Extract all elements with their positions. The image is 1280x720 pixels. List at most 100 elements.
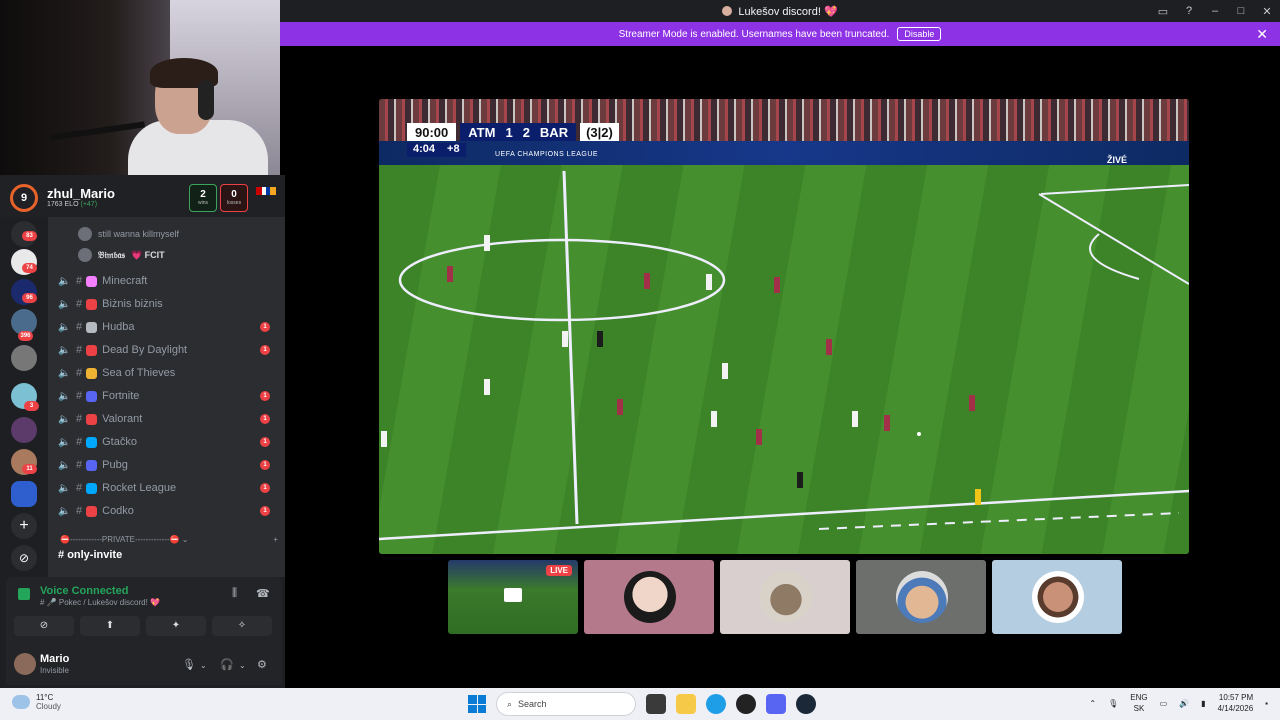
soundboard-button[interactable]: ✧ (212, 616, 272, 636)
speaker-icon: 🔈 (58, 298, 71, 310)
hash-icon: # (76, 505, 83, 517)
participant-tile[interactable] (856, 560, 986, 634)
hash-icon: # (76, 321, 83, 333)
voice-channel-dead-by-daylight[interactable]: 🔈 # Dead By Daylight 1 (58, 339, 280, 361)
voice-user[interactable]: still wanna killmyself (78, 225, 179, 243)
battery-icon[interactable]: ▮ (1201, 699, 1205, 708)
maximize-button[interactable]: □ (1228, 5, 1254, 17)
network-icon[interactable]: ▭ (1160, 699, 1168, 708)
participant-tile[interactable] (720, 560, 850, 634)
voice-user-name: 𝔅𝔦𝔪𝔟𝔞𝔰 (98, 249, 125, 260)
task-view-icon[interactable] (646, 694, 666, 714)
search-box[interactable]: ⌕ Search (496, 692, 636, 716)
channel-name: Sea of Thieves (102, 367, 176, 379)
participant-tile[interactable] (584, 560, 714, 634)
voice-channel-hudba[interactable]: 🔈 # Hudba 1 (58, 316, 280, 338)
voice-channel-gtacko[interactable]: 🔈 # Gtačko 1 (58, 431, 280, 453)
server-icon[interactable] (11, 417, 37, 443)
voice-channel-biznis[interactable]: 🔈 # Biżnis biżnis (58, 293, 280, 315)
minimize-button[interactable]: – (1202, 5, 1228, 17)
speaker-icon: 🔈 (58, 413, 71, 425)
stream-stage: 90:00 ATM 1 2 BAR (3|2) 4:04 +8 UEFA CHA… (280, 46, 1280, 688)
voice-location[interactable]: # 🎤 Pokec / Lukešov discord! 💖 (40, 598, 160, 607)
gear-icon[interactable]: ⚙ (257, 658, 267, 671)
screen-share-button[interactable]: ⬆ (80, 616, 140, 636)
match-time: 90:00 (407, 123, 457, 141)
pitch-lines (379, 170, 1189, 541)
microphone-icon[interactable]: 🎙 (182, 658, 196, 671)
unread-badge: 74 (22, 263, 37, 273)
weather-condition: Cloudy (36, 702, 61, 711)
channel-emoji-icon (86, 505, 98, 517)
ball (917, 432, 921, 436)
voice-user[interactable]: 𝔅𝔦𝔪𝔟𝔞𝔰 💗 FCIT (78, 246, 165, 264)
hash-icon: # (76, 413, 83, 425)
microphone-icon[interactable]: 🎙 (1108, 699, 1118, 708)
add-channel-icon[interactable]: + (273, 535, 278, 544)
server-icon[interactable] (11, 345, 37, 371)
camera-off-button[interactable]: ⊘ (14, 616, 74, 636)
losses-count: 0 (231, 189, 237, 200)
players (381, 235, 981, 505)
hash-icon: # (58, 549, 68, 561)
help-icon[interactable]: ? (1176, 5, 1202, 17)
edge-icon[interactable] (706, 694, 726, 714)
avatar (896, 571, 948, 623)
voice-channel-fortnite[interactable]: 🔈 # Fortnite 1 (58, 385, 280, 407)
close-button[interactable]: ✕ (1254, 5, 1280, 18)
volume-icon[interactable]: 🔊 (1179, 699, 1189, 708)
voice-channel-pubg[interactable]: 🔈 # Pubg 1 (58, 454, 280, 476)
disable-streamer-mode-button[interactable]: Disable (897, 27, 942, 41)
notification-icon[interactable]: ▪ (1265, 699, 1268, 708)
voice-channel-rocket-league[interactable]: 🔈 # Rocket League 1 (58, 477, 280, 499)
participant-tile[interactable] (992, 560, 1122, 634)
chevron-down-icon[interactable]: ⌄ (200, 661, 207, 670)
channel-emoji-icon (86, 298, 98, 310)
stream-tile[interactable]: LIVE (448, 560, 578, 634)
voice-channel-codko[interactable]: 🔈 # Codko 1 (58, 500, 280, 522)
channel-name: Fortnite (102, 390, 140, 402)
server-icon-selected[interactable] (11, 481, 37, 507)
hash-icon: # (76, 344, 83, 356)
chevron-up-icon[interactable]: ⌃ (1089, 699, 1096, 708)
headphones-icon[interactable]: 🎧 (220, 658, 234, 671)
score-home: 1 (505, 124, 513, 140)
channel-emoji-icon (86, 390, 98, 402)
window-title: Lukešov discord! 💖 (738, 5, 838, 18)
channel-list: still wanna killmyself 𝔅𝔦𝔪𝔟𝔞𝔰 💗 FCIT 🔈 # … (48, 217, 285, 577)
close-icon[interactable]: ✕ (1256, 26, 1268, 43)
noise-suppression-icon[interactable]: ⫼ (232, 587, 237, 600)
voice-channel-valorant[interactable]: 🔈 # Valorant 1 (58, 408, 280, 430)
stream-video[interactable]: 90:00 ATM 1 2 BAR (3|2) 4:04 +8 UEFA CHA… (379, 99, 1189, 554)
mention-badge: 1 (260, 437, 270, 447)
voice-channel-minecraft[interactable]: 🔈 # Minecraft (58, 270, 280, 292)
avatar (760, 571, 812, 623)
avatar[interactable] (14, 653, 36, 675)
channel-name: Gtačko (102, 436, 137, 448)
inbox-icon[interactable]: ▭ (1150, 5, 1176, 18)
voice-channel-sea-of-thieves[interactable]: 🔈 # Sea of Thieves (58, 362, 280, 384)
language-indicator[interactable]: ENG SK (1130, 692, 1147, 714)
dashed-line (818, 512, 1180, 530)
obs-icon[interactable] (736, 694, 756, 714)
discord-icon[interactable] (766, 694, 786, 714)
disconnect-icon[interactable]: ☎ (256, 587, 270, 600)
user-name: Mario (40, 653, 70, 665)
avatar (1032, 571, 1084, 623)
discover-icon[interactable]: ⊘ (11, 545, 37, 571)
window-controls: ▭ ? – □ ✕ (1150, 0, 1280, 22)
text-channel-only-invite[interactable]: # only-invite (58, 549, 122, 561)
referee (797, 472, 803, 488)
weather-widget[interactable]: 11°C Cloudy (12, 693, 61, 711)
clock[interactable]: 10:57 PM 4/14/2026 (1218, 692, 1254, 714)
activities-button[interactable]: ✦ (146, 616, 206, 636)
windows-start-icon[interactable] (468, 695, 486, 713)
category-private[interactable]: ⛔------------PRIVATE-------------⛔ ⌄ + (60, 535, 278, 544)
steam-icon[interactable] (796, 694, 816, 714)
chevron-down-icon[interactable]: ⌄ (239, 661, 246, 670)
file-explorer-icon[interactable] (676, 694, 696, 714)
player (484, 235, 490, 251)
screen-share-icon (504, 588, 522, 602)
voice-status[interactable]: Voice Connected (40, 585, 128, 597)
add-server-icon[interactable]: + (11, 513, 37, 539)
